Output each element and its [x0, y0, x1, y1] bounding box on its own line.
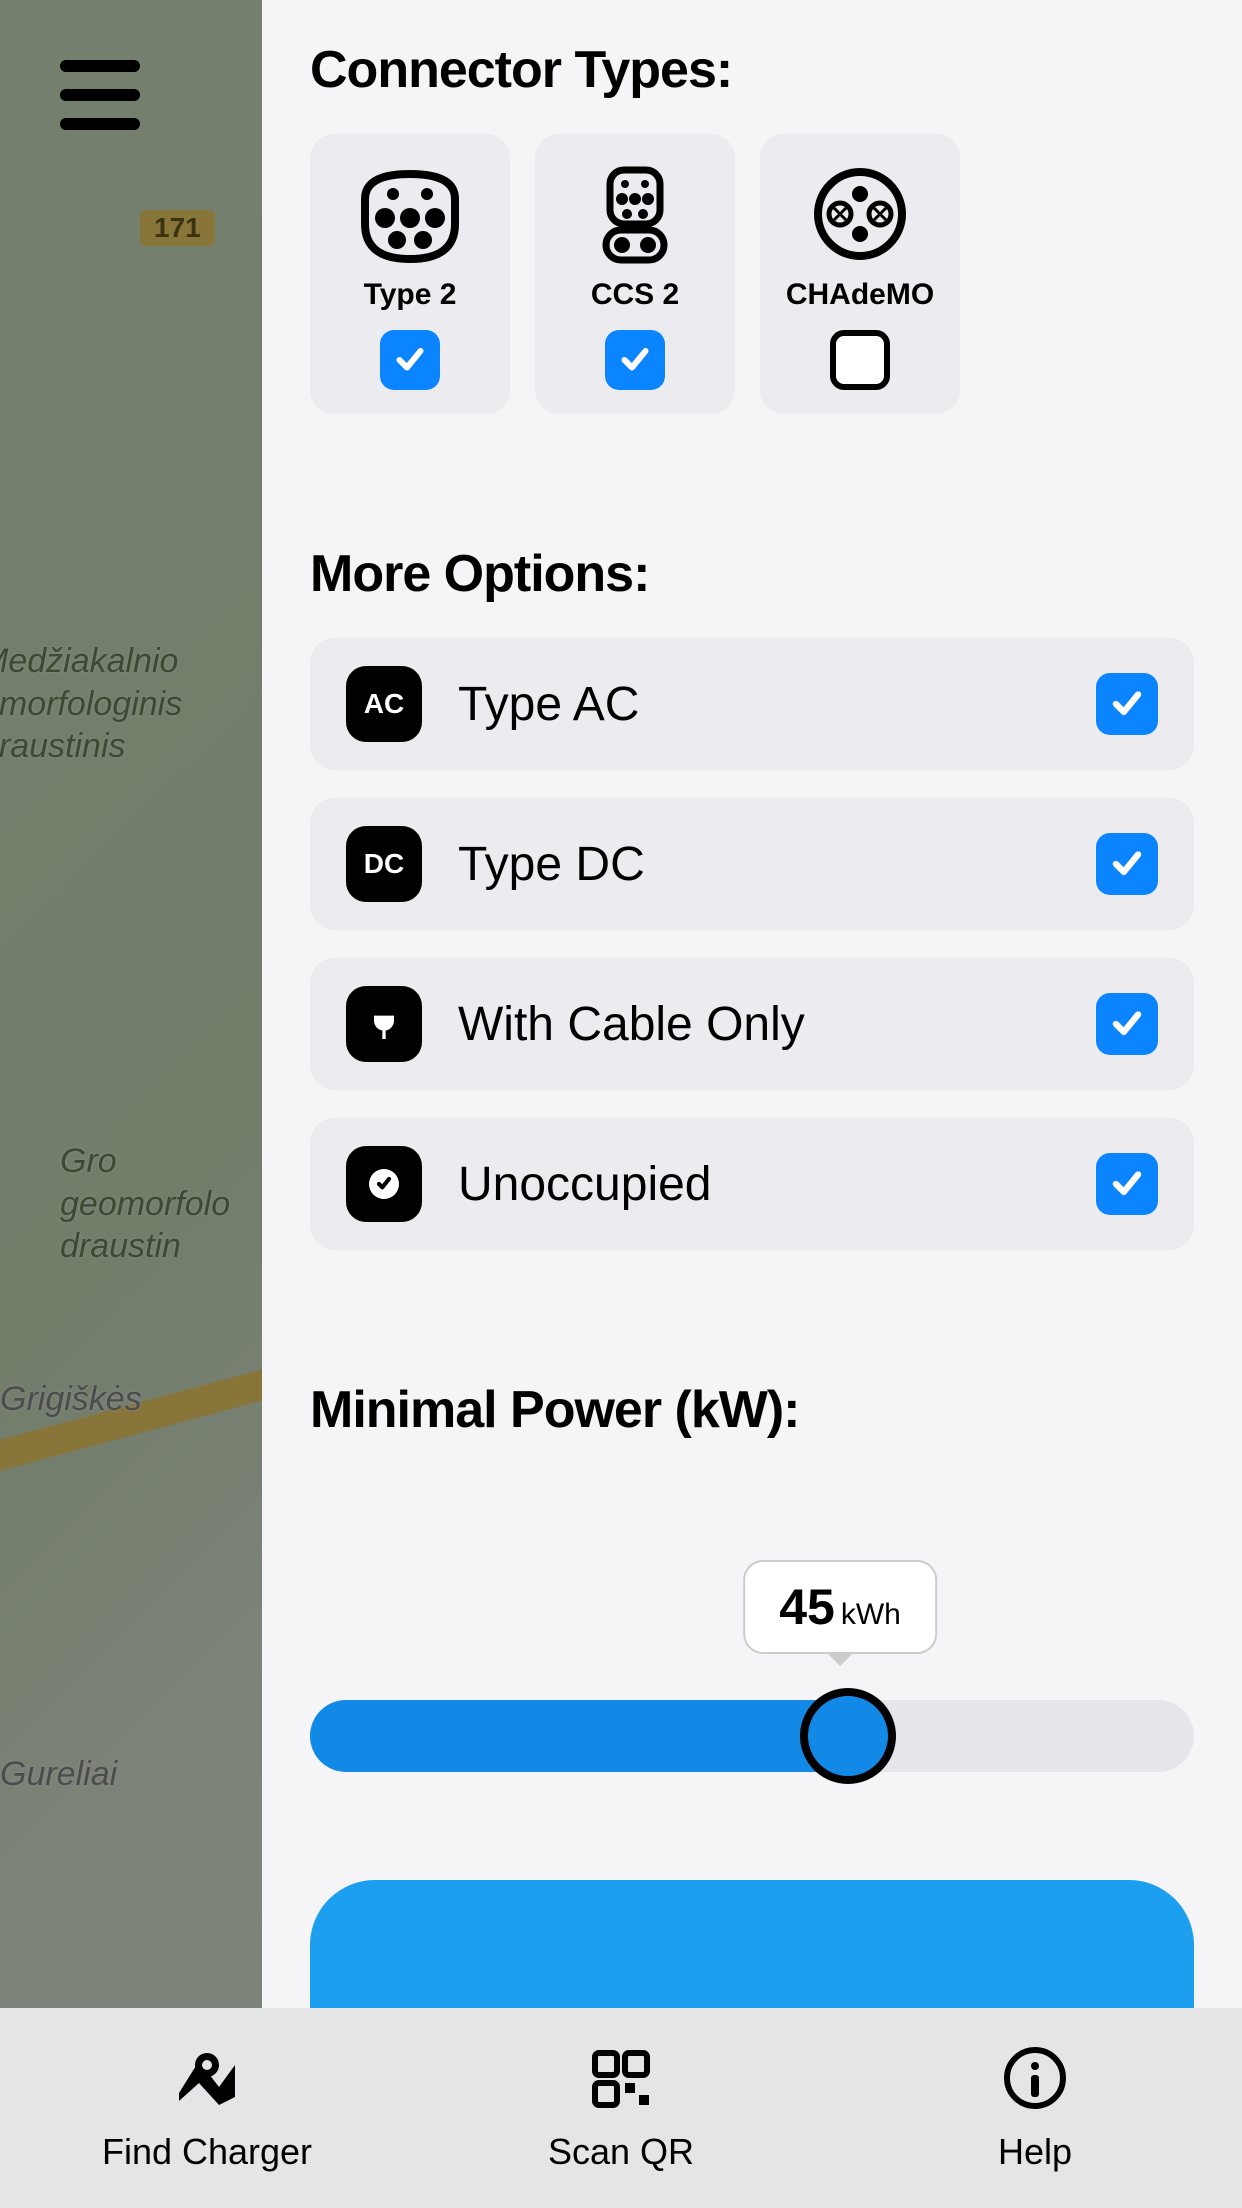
unoccupied-icon — [346, 1146, 422, 1222]
check-icon — [392, 342, 428, 378]
info-icon — [997, 2043, 1073, 2113]
tab-label: Scan QR — [548, 2131, 694, 2173]
connector-ccs2-checkbox[interactable] — [605, 330, 665, 390]
tab-label: Help — [998, 2131, 1072, 2173]
connector-types-title: Connector Types: — [310, 40, 1194, 100]
slider-unit: kWh — [841, 1598, 901, 1632]
chademo-icon — [805, 164, 915, 264]
check-icon — [1108, 685, 1146, 723]
more-options-title: More Options: — [310, 544, 1194, 604]
minimal-power-title: Minimal Power (kW): — [310, 1380, 1194, 1440]
option-unoccupied[interactable]: Unoccupied — [310, 1118, 1194, 1250]
option-label: With Cable Only — [458, 997, 1060, 1052]
slider-fill — [310, 1700, 870, 1772]
ccs2-icon — [580, 164, 690, 264]
check-icon — [1108, 845, 1146, 883]
option-unoccupied-checkbox[interactable] — [1096, 1153, 1158, 1215]
slider-value: 45 — [779, 1578, 835, 1636]
option-label: Type DC — [458, 837, 1060, 892]
option-with-cable-checkbox[interactable] — [1096, 993, 1158, 1055]
type2-icon — [355, 164, 465, 264]
map-pin-icon — [169, 2043, 245, 2113]
option-with-cable[interactable]: With Cable Only — [310, 958, 1194, 1090]
check-icon — [1108, 1005, 1146, 1043]
connector-chademo-card[interactable]: CHAdeMO — [760, 134, 960, 414]
slider-value-tooltip: 45 kWh — [743, 1560, 937, 1654]
connector-types-list: Type 2 CCS 2 — [310, 134, 1194, 414]
connector-name: CCS 2 — [591, 278, 679, 312]
tab-scan-qr[interactable]: Scan QR — [414, 2008, 828, 2208]
tab-help[interactable]: Help — [828, 2008, 1242, 2208]
qr-icon — [583, 2043, 659, 2113]
ac-icon: AC — [346, 666, 422, 742]
connector-name: Type 2 — [364, 278, 457, 312]
slider-thumb[interactable] — [800, 1688, 896, 1784]
tab-find-charger[interactable]: Find Charger — [0, 2008, 414, 2208]
option-type-dc-checkbox[interactable] — [1096, 833, 1158, 895]
apply-button[interactable] — [310, 1880, 1194, 2010]
dc-icon: DC — [346, 826, 422, 902]
check-icon — [1108, 1165, 1146, 1203]
option-type-ac[interactable]: AC Type AC — [310, 638, 1194, 770]
options-list: AC Type AC DC Type DC With Cable Only — [310, 638, 1194, 1250]
option-label: Unoccupied — [458, 1157, 1060, 1212]
plug-icon — [346, 986, 422, 1062]
menu-icon[interactable] — [60, 60, 140, 130]
tab-bar: Find Charger Scan QR Help — [0, 2008, 1242, 2208]
connector-chademo-checkbox[interactable] — [830, 330, 890, 390]
connector-ccs2-card[interactable]: CCS 2 — [535, 134, 735, 414]
connector-name: CHAdeMO — [786, 278, 934, 312]
option-type-ac-checkbox[interactable] — [1096, 673, 1158, 735]
option-type-dc[interactable]: DC Type DC — [310, 798, 1194, 930]
filter-panel: Connector Types: Type 2 — [262, 0, 1242, 2208]
tab-label: Find Charger — [102, 2131, 312, 2173]
connector-type2-card[interactable]: Type 2 — [310, 134, 510, 414]
check-icon — [617, 342, 653, 378]
option-label: Type AC — [458, 677, 1060, 732]
connector-type2-checkbox[interactable] — [380, 330, 440, 390]
